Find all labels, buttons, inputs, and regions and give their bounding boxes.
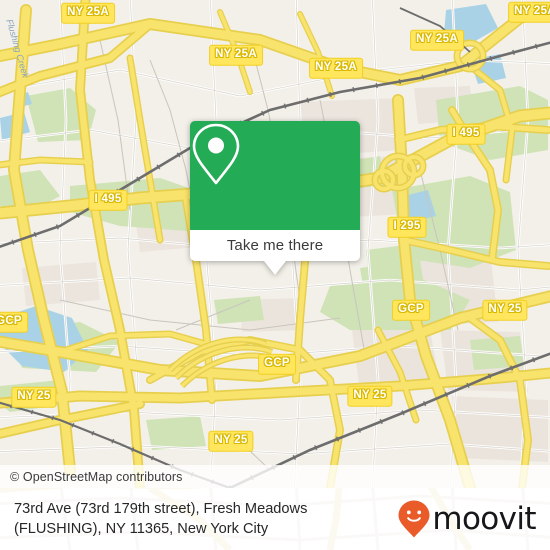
road-shield: I 295 [387, 216, 427, 238]
road-shield: NY 25 [482, 299, 528, 321]
road-shield: NY 25A [209, 44, 263, 66]
popup-cta-label: Take me there [226, 237, 324, 254]
road-shield: NY 25A [410, 29, 464, 51]
moovit-logo[interactable]: moovit [397, 499, 537, 539]
osm-attribution-bar: © OpenStreetMap contributors [0, 465, 550, 488]
address-line-2: (FLUSHING), NY 11365, New York City [14, 521, 269, 537]
moovit-pin-smiley-icon [398, 500, 430, 538]
road-shield: GCP [258, 353, 296, 375]
map-pin-icon [192, 123, 240, 185]
address-line-1: 73rd Ave (73rd 179th street), Fresh Mead… [14, 500, 308, 517]
map-canvas[interactable]: Flushing Creek NY 25A NY 25A NY 25A NY 2… [0, 0, 550, 488]
osm-attribution-text: © OpenStreetMap contributors [10, 469, 183, 484]
road-shield: GCP [0, 311, 28, 333]
moovit-wordmark: moovit [432, 500, 536, 537]
moovit-map-screenshot: Flushing Creek NY 25A NY 25A NY 25A NY 2… [0, 0, 550, 550]
road-shield: NY 25A [309, 57, 363, 79]
road-shield: NY 25A [508, 1, 550, 23]
address-block: 73rd Ave (73rd 179th street), Fresh Mead… [14, 499, 307, 539]
popup-cta-button[interactable]: Take me there [190, 230, 360, 261]
footer-bar: 73rd Ave (73rd 179th street), Fresh Mead… [0, 488, 550, 550]
road-shield: NY 25 [11, 386, 57, 408]
road-shield: GCP [392, 299, 430, 321]
road-shield: NY 25A [61, 2, 115, 24]
road-shield: NY 25 [208, 430, 254, 452]
road-shield: I 495 [446, 123, 486, 145]
popup-icon-area [190, 121, 360, 230]
popup-tail [264, 261, 286, 275]
location-popup-card[interactable]: Take me there [190, 121, 360, 275]
road-shield: NY 25 [347, 385, 393, 407]
road-shield: I 495 [88, 189, 128, 211]
